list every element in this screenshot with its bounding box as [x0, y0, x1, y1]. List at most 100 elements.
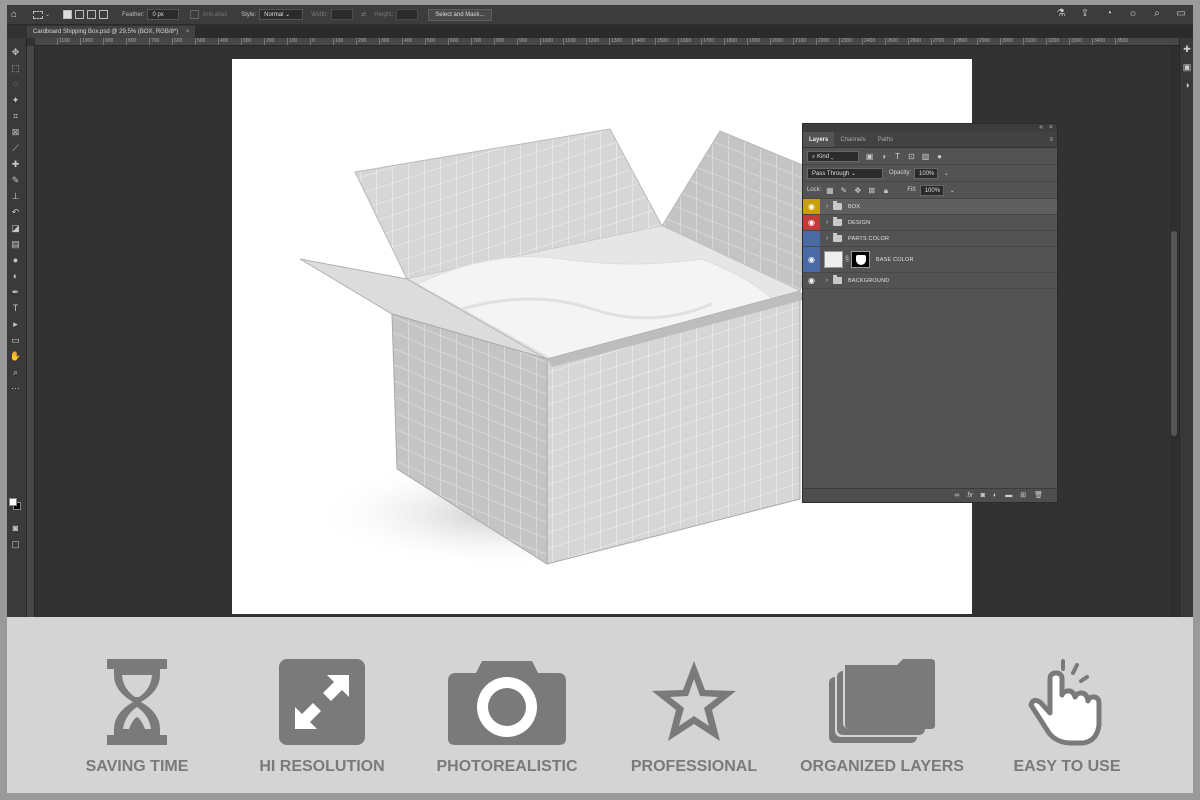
home-icon[interactable]: ⌂	[11, 9, 17, 20]
close-panel-icon[interactable]: ×	[1049, 124, 1053, 132]
vertical-scrollbar[interactable]	[1170, 46, 1178, 617]
marquee-tool-icon[interactable]: ⬚	[9, 62, 22, 74]
ruler-tick-label: 900	[517, 38, 528, 45]
layer-row-background[interactable]: ◉ › BACKGROUND	[803, 273, 1057, 289]
crop-tool-icon[interactable]: ⌗	[9, 110, 22, 122]
lock-artboard-icon[interactable]: ⊠	[867, 186, 876, 195]
expand-chevron-icon[interactable]: ›	[823, 235, 831, 242]
lock-transparent-icon[interactable]: ▦	[825, 186, 834, 195]
collapse-panel-icon[interactable]: «	[1039, 124, 1043, 132]
quick-mask-icon[interactable]: ◙	[9, 522, 22, 534]
share-icon[interactable]: ⇪	[1079, 8, 1091, 20]
type-filter-icon[interactable]: T	[893, 152, 902, 161]
new-selection-icon[interactable]	[63, 10, 73, 19]
pen-tool-icon[interactable]: ✒	[9, 286, 22, 298]
clone-stamp-tool-icon[interactable]: ⊥	[9, 190, 22, 202]
intersect-selection-icon[interactable]	[99, 10, 109, 19]
feather-input[interactable]: 0 px	[147, 9, 180, 20]
zoom-tool-icon[interactable]: ⌕	[9, 366, 22, 378]
tab-paths[interactable]: Paths	[872, 132, 899, 147]
frame-tool-icon[interactable]: ⊠	[9, 126, 22, 138]
opacity-input[interactable]: 100%	[914, 167, 939, 179]
link-layers-icon[interactable]: ∞	[954, 491, 959, 501]
expand-chevron-icon[interactable]: ›	[823, 203, 831, 210]
trash-icon[interactable]: 🗑︎	[1034, 491, 1043, 501]
bell-icon[interactable]: ◔	[1103, 8, 1115, 20]
smart-object-filter-icon[interactable]: ▨	[921, 152, 930, 161]
height-input[interactable]	[396, 9, 419, 20]
shape-filter-icon[interactable]: ⊡	[907, 152, 916, 161]
layer-style-icon[interactable]: fx	[967, 491, 972, 501]
brush-tool-icon[interactable]: ✎	[9, 174, 22, 186]
style-select[interactable]: Normal ⌄	[259, 9, 304, 20]
healing-brush-tool-icon[interactable]: ✚	[9, 158, 22, 170]
blur-tool-icon[interactable]: ●	[9, 254, 22, 266]
lock-image-icon[interactable]: ✎	[839, 186, 848, 195]
more-tools-icon[interactable]: ⋯	[9, 382, 22, 394]
expand-chevron-icon[interactable]: ›	[823, 219, 831, 226]
layer-row-box[interactable]: ◉ › BOX	[803, 199, 1057, 215]
subtract-selection-icon[interactable]	[87, 10, 97, 19]
document-tab[interactable]: Cardboard Shipping Box.psd @ 29,5% (BOX,…	[27, 26, 196, 38]
filter-toggle-icon[interactable]: ●	[935, 152, 944, 161]
blend-mode-select[interactable]: Pass Through ⌄	[807, 167, 883, 179]
link-icon[interactable]: §	[845, 256, 849, 263]
workspace-icon[interactable]: ▭	[1175, 8, 1187, 20]
plus-icon[interactable]: ✚	[1182, 44, 1192, 54]
filter-kind-select[interactable]: ⌕ Kind ⌄	[807, 150, 859, 162]
expand-chevron-icon[interactable]: ›	[823, 277, 831, 284]
panel-menu-icon[interactable]: ≡	[1049, 132, 1053, 147]
search-icon[interactable]: ⌕	[1151, 8, 1163, 20]
pixel-filter-icon[interactable]: ▣	[865, 152, 874, 161]
eyedropper-tool-icon[interactable]: ⟋	[9, 142, 22, 154]
new-layer-icon[interactable]: ⊞	[1020, 491, 1026, 501]
tab-channels[interactable]: Channels	[834, 132, 871, 147]
new-group-icon[interactable]: ▬	[1005, 491, 1012, 501]
visibility-eye-icon[interactable]: ◉	[803, 247, 820, 272]
layer-row-design[interactable]: ◉ › DESIGN	[803, 215, 1057, 231]
history-brush-tool-icon[interactable]: ↶	[9, 206, 22, 218]
adjustment-layer-icon[interactable]: ◐	[993, 491, 997, 501]
scrollbar-thumb[interactable]	[1171, 231, 1177, 436]
ruler-tick-label: 200	[356, 38, 367, 45]
swap-icon[interactable]: ⇄	[361, 11, 366, 18]
close-tab-icon[interactable]: ×	[186, 29, 190, 35]
path-selection-tool-icon[interactable]: ▸	[9, 318, 22, 330]
visibility-eye-icon[interactable]: ◉	[803, 215, 820, 230]
magic-wand-tool-icon[interactable]: ✦	[9, 94, 22, 106]
visibility-eye-icon[interactable]: ◉	[803, 231, 820, 246]
foreground-color-swatch[interactable]	[9, 498, 17, 506]
properties-icon[interactable]: ▣	[1182, 62, 1192, 72]
marquee-tool-preset[interactable]: ⌄	[33, 10, 50, 19]
lightbulb-icon[interactable]: ☼	[1127, 8, 1139, 20]
layer-list: ◉ › BOX ◉ › DESIGN ◉ › PARTS COLOR	[803, 199, 1057, 289]
lock-all-icon[interactable]: 🔒︎	[881, 186, 890, 195]
adjustment-filter-icon[interactable]: ◑	[879, 152, 888, 161]
layer-mask-thumbnail[interactable]	[850, 251, 870, 268]
lock-position-icon[interactable]: ✥	[853, 186, 862, 195]
select-and-mask-button[interactable]: Select and Mask...	[428, 8, 492, 21]
fill-dropdown-icon[interactable]: ⌄	[950, 187, 955, 194]
add-mask-icon[interactable]: ◙	[981, 491, 985, 501]
move-tool-icon[interactable]: ✥	[9, 46, 22, 58]
lasso-tool-icon[interactable]: ◌	[9, 78, 22, 90]
dodge-tool-icon[interactable]: ◐	[9, 270, 22, 282]
visibility-eye-icon[interactable]: ◉	[803, 199, 820, 214]
hand-tool-icon[interactable]: ✋	[9, 350, 22, 362]
width-input[interactable]	[331, 9, 354, 20]
gradient-tool-icon[interactable]: ▤	[9, 238, 22, 250]
screen-mode-icon[interactable]: ▢	[9, 538, 22, 550]
type-tool-icon[interactable]: T	[9, 302, 22, 314]
flask-icon[interactable]: ⚗	[1055, 8, 1067, 20]
add-selection-icon[interactable]	[75, 10, 85, 19]
layer-row-base-color[interactable]: ◉ § BASE COLOR	[803, 247, 1057, 273]
fill-input[interactable]: 100%	[919, 184, 944, 196]
layer-row-parts-color[interactable]: ◉ › PARTS COLOR	[803, 231, 1057, 247]
eraser-tool-icon[interactable]: ◪	[9, 222, 22, 234]
anti-alias-checkbox[interactable]	[190, 10, 200, 19]
tab-layers[interactable]: Layers	[803, 132, 835, 147]
rectangle-tool-icon[interactable]: ▭	[9, 334, 22, 346]
opacity-dropdown-icon[interactable]: ⌄	[944, 170, 949, 177]
adjustments-icon[interactable]: ◑	[1182, 80, 1192, 90]
visibility-eye-icon[interactable]: ◉	[803, 273, 820, 288]
